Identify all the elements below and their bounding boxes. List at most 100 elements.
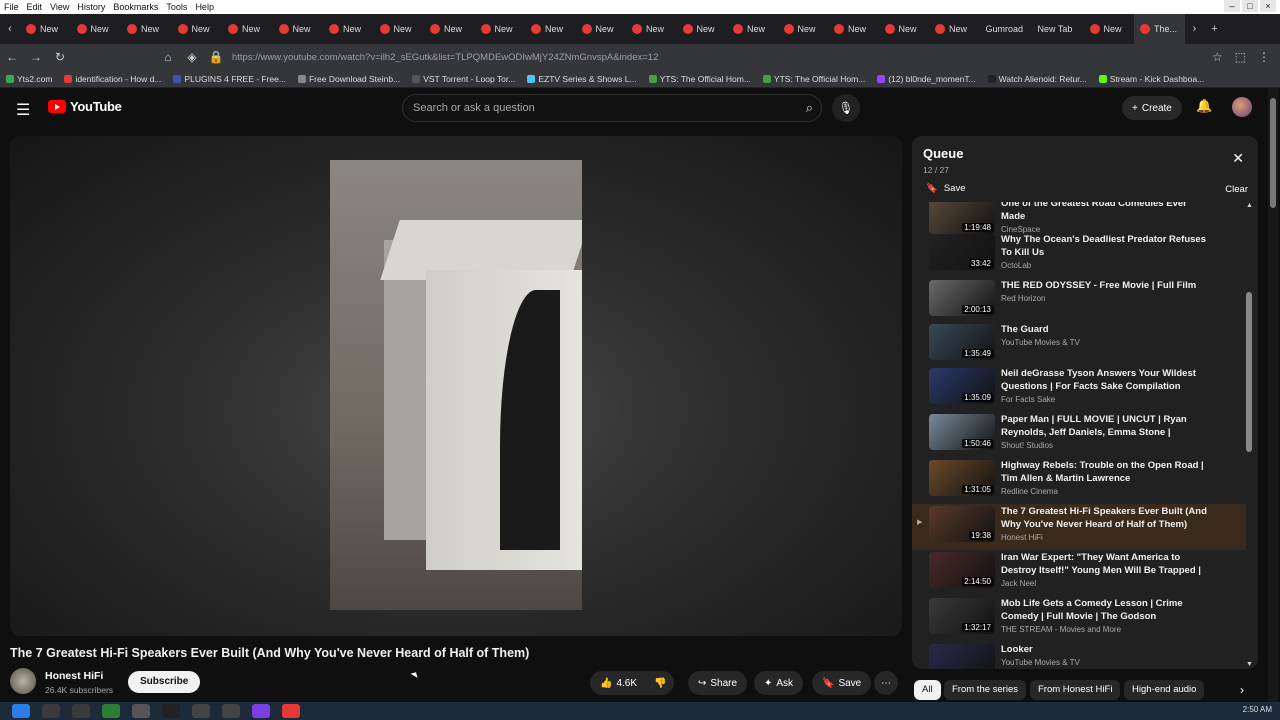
- browser-tab[interactable]: New: [677, 14, 728, 44]
- browser-tab[interactable]: New: [626, 14, 677, 44]
- menu-view[interactable]: View: [46, 2, 73, 12]
- youtube-logo[interactable]: YouTube: [48, 99, 122, 114]
- bookmark-item[interactable]: YTS: The Official Hom...: [757, 74, 871, 84]
- share-button[interactable]: ↪ Share: [688, 671, 748, 695]
- ask-button[interactable]: ✦ Ask: [754, 671, 804, 695]
- bookmark-item[interactable]: YTS: The Official Hom...: [643, 74, 757, 84]
- close-icon[interactable]: ✕: [1232, 150, 1244, 167]
- home-icon[interactable]: ⌂: [156, 50, 180, 64]
- browser-tab[interactable]: New: [727, 14, 778, 44]
- browser-tab[interactable]: New Tab: [1032, 14, 1084, 44]
- browser-tab[interactable]: Gumroad: [980, 14, 1032, 44]
- taskbar-app-icon[interactable]: [282, 704, 300, 718]
- search-input[interactable]: Search or ask a question ⌕: [402, 94, 822, 122]
- start-button-icon[interactable]: [12, 704, 30, 718]
- queue-thumbnail[interactable]: 2:14:50: [929, 552, 995, 588]
- browser-tab[interactable]: New: [20, 14, 71, 44]
- chip-from-the-series[interactable]: From the series: [944, 680, 1026, 700]
- bookmark-item[interactable]: Watch Alienoid: Retur...: [982, 74, 1093, 84]
- chip-all[interactable]: All: [914, 680, 941, 700]
- scroll-down-icon[interactable]: ▼: [1246, 661, 1253, 668]
- more-actions-button[interactable]: ⋯: [874, 671, 898, 695]
- browser-tab[interactable]: New: [1084, 14, 1135, 44]
- queue-thumbnail[interactable]: 1:35:09: [929, 368, 995, 404]
- forward-icon[interactable]: →: [24, 50, 48, 64]
- tab-scroll-left-icon[interactable]: ‹: [0, 23, 20, 35]
- taskbar-app-icon[interactable]: [72, 704, 90, 718]
- extensions-icon[interactable]: ⬚: [1235, 50, 1246, 64]
- queue-thumbnail[interactable]: 1:31:05: [929, 460, 995, 496]
- taskbar-app-icon[interactable]: [132, 704, 150, 718]
- url-field[interactable]: https://www.youtube.com/watch?v=ilh2_sEG…: [232, 52, 658, 63]
- browser-tab[interactable]: New: [374, 14, 425, 44]
- queue-clear-button[interactable]: Clear: [1225, 184, 1248, 195]
- browser-tab[interactable]: New: [121, 14, 172, 44]
- menu-file[interactable]: File: [0, 2, 23, 12]
- taskbar-app-icon[interactable]: [222, 704, 240, 718]
- browser-tab[interactable]: New: [475, 14, 526, 44]
- search-icon[interactable]: ⌕: [806, 100, 813, 116]
- shield-icon[interactable]: ◈: [180, 50, 204, 64]
- microphone-icon[interactable]: 🎙: [832, 94, 860, 122]
- queue-item[interactable]: 2:14:50 Iran War Expert: "They Want Ameri…: [912, 550, 1246, 596]
- chip-from-honest-hifi[interactable]: From Honest HiFi: [1030, 680, 1121, 700]
- browser-tab[interactable]: New: [778, 14, 829, 44]
- bookmark-item[interactable]: PLUGINS 4 FREE - Free...: [167, 74, 292, 84]
- dislike-button[interactable]: 👎: [646, 671, 675, 695]
- bookmark-star-icon[interactable]: ☆: [1212, 50, 1223, 64]
- page-scrollbar[interactable]: [1268, 88, 1278, 702]
- queue-thumbnail[interactable]: [929, 644, 995, 669]
- menu-bookmarks[interactable]: Bookmarks: [109, 2, 162, 12]
- menu-history[interactable]: History: [73, 2, 109, 12]
- menu-help[interactable]: Help: [191, 2, 218, 12]
- browser-tab[interactable]: New: [172, 14, 223, 44]
- queue-thumbnail[interactable]: 1:19:48: [929, 202, 995, 234]
- page-scroll-thumb[interactable]: [1270, 98, 1276, 208]
- browser-tab[interactable]: New: [273, 14, 324, 44]
- taskbar-app-icon[interactable]: [192, 704, 210, 718]
- maximize-button[interactable]: □: [1242, 0, 1258, 12]
- bookmark-item[interactable]: Free Download Steinb...: [292, 74, 406, 84]
- bookmark-item[interactable]: Stream - Kick Dashboa...: [1093, 74, 1210, 84]
- taskbar-app-icon[interactable]: [102, 704, 120, 718]
- taskbar-app-icon[interactable]: [162, 704, 180, 718]
- menu-tools[interactable]: Tools: [162, 2, 191, 12]
- browser-tab[interactable]: New: [879, 14, 930, 44]
- bookmark-item[interactable]: identification - How d...: [58, 74, 167, 84]
- queue-thumbnail[interactable]: 2:00:13: [929, 280, 995, 316]
- queue-item-current[interactable]: ▶ 19:38 The 7 Greatest Hi-Fi Speakers Ever…: [912, 504, 1246, 550]
- browser-tab[interactable]: New: [525, 14, 576, 44]
- new-tab-icon[interactable]: +: [1205, 23, 1225, 35]
- bookmark-item[interactable]: EZTV Series & Shows L...: [521, 74, 642, 84]
- tab-scroll-right-icon[interactable]: ›: [1185, 23, 1205, 35]
- bookmark-item[interactable]: VST Torrent - Loop Tor...: [406, 74, 521, 84]
- queue-item[interactable]: Looker YouTube Movies & TV: [912, 642, 1246, 669]
- bookmark-item[interactable]: (12) bl0nde_momenT...: [871, 74, 981, 84]
- queue-item[interactable]: 1:32:17 Mob Life Gets a Comedy Lesson | C…: [912, 596, 1246, 642]
- queue-thumbnail[interactable]: 1:50:46: [929, 414, 995, 450]
- notifications-bell-icon[interactable]: 🔔: [1196, 98, 1212, 114]
- queue-save-button[interactable]: 🔖 Save: [926, 183, 966, 194]
- chip-high-end-audio[interactable]: High-end audio: [1124, 680, 1205, 700]
- browser-tab[interactable]: New: [929, 14, 980, 44]
- browser-tab[interactable]: New: [828, 14, 879, 44]
- queue-item[interactable]: 1:31:05 Highway Rebels: Trouble on the Op…: [912, 458, 1246, 504]
- queue-item[interactable]: 1:35:09 Neil deGrasse Tyson Answers Your …: [912, 366, 1246, 412]
- close-window-button[interactable]: ×: [1260, 0, 1276, 12]
- menu-edit[interactable]: Edit: [23, 2, 47, 12]
- taskbar-app-icon[interactable]: [252, 704, 270, 718]
- taskbar-clock[interactable]: 2:50 AM: [1243, 705, 1272, 714]
- scroll-up-icon[interactable]: ▲: [1246, 202, 1253, 209]
- browser-tab[interactable]: New: [323, 14, 374, 44]
- browser-tab[interactable]: New: [71, 14, 122, 44]
- queue-scrollbar[interactable]: ▲ ▼: [1246, 202, 1254, 668]
- browser-tab[interactable]: New: [222, 14, 273, 44]
- reload-icon[interactable]: ↻: [48, 50, 72, 64]
- browser-tab[interactable]: New: [576, 14, 627, 44]
- queue-thumbnail[interactable]: 1:32:17: [929, 598, 995, 634]
- queue-item[interactable]: 2:00:13 THE RED ODYSSEY - Free Movie | Fu…: [912, 278, 1246, 324]
- channel-avatar[interactable]: [10, 668, 36, 694]
- account-avatar[interactable]: [1232, 97, 1252, 117]
- queue-item[interactable]: 1:50:46 Paper Man | FULL MOVIE | UNCUT | …: [912, 412, 1246, 458]
- queue-thumbnail[interactable]: 33:42: [929, 234, 995, 270]
